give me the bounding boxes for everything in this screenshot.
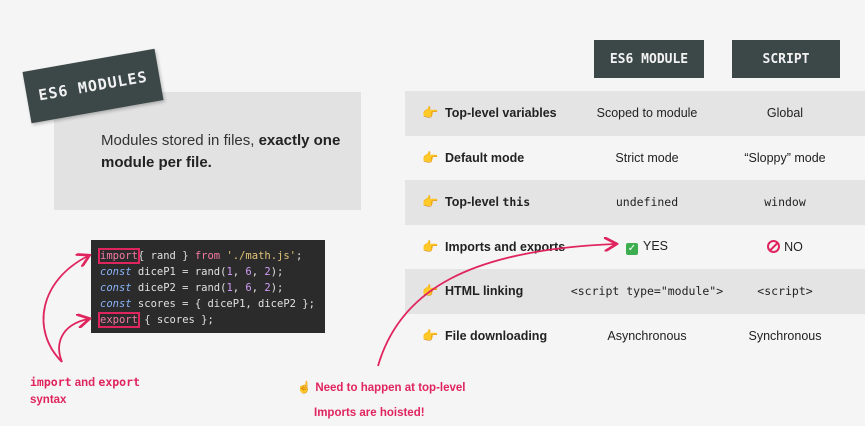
pointing-hand-icon: 👉 xyxy=(422,105,439,121)
code-text: diceP2 = rand( xyxy=(131,282,227,294)
code-number: 6 xyxy=(245,266,252,278)
feature-label-code: this xyxy=(502,195,531,210)
syntax-note: import and export syntax xyxy=(30,374,140,409)
feature-label-text: Top-level xyxy=(445,195,503,210)
check-box-icon: ✓ xyxy=(625,242,638,255)
arrow-to-export xyxy=(58,319,88,363)
table-row: 👉 Imports and exports ✓ YES NO xyxy=(405,225,865,270)
import-keyword: import xyxy=(98,248,140,264)
pointing-hand-icon: 👉 xyxy=(422,283,439,299)
yes-label: YES xyxy=(642,238,668,253)
const-keyword: const xyxy=(100,298,132,310)
module-value: Scoped to module xyxy=(596,106,698,121)
header-es6-module: ES6 MODULE xyxy=(594,40,704,78)
feature-label: Imports and exports xyxy=(445,239,566,254)
header-script: SCRIPT xyxy=(732,40,840,78)
code-line-4: const scores = { diceP1, diceP2 }; xyxy=(100,296,325,312)
feature-label: Top-level this xyxy=(445,195,530,209)
module-value: Asynchronous xyxy=(607,328,687,343)
pointing-hand-icon: 👉 xyxy=(422,149,439,165)
code-text: diceP1 = rand( xyxy=(131,266,227,278)
pointing-hand-icon: 👉 xyxy=(422,238,439,254)
note-syntax: syntax xyxy=(30,394,67,406)
code-text: { rand } xyxy=(137,250,195,262)
code-text: ; xyxy=(296,250,303,262)
export-keyword: export xyxy=(98,312,140,328)
script-value: <script> xyxy=(757,284,813,299)
from-keyword: from xyxy=(194,250,221,262)
table-row: 👉 Default mode Strict mode “Sloppy” mode xyxy=(405,136,865,181)
top-level-note: ☝ Need to happen at top-level Imports are… xyxy=(297,376,466,426)
code-line-3: const diceP2 = rand(1, 6, 2); xyxy=(100,282,284,294)
note-import: import xyxy=(30,375,72,389)
script-value: Synchronous xyxy=(748,328,822,343)
table-row: 👉 File downloading Asynchronous Synchron… xyxy=(405,314,865,359)
table-row: 👉 Top-level this undefined window xyxy=(405,180,865,225)
table-row: 👉 HTML linking <script type="module"> <s… xyxy=(405,269,865,314)
module-value: ✓ YES xyxy=(564,239,730,255)
comparison-table: 👉 Top-level variables Scoped to module G… xyxy=(405,91,865,358)
no-label: NO xyxy=(784,239,803,254)
note-and: and xyxy=(71,377,99,389)
pointing-hand-icon: 👉 xyxy=(422,194,439,210)
module-value: undefined xyxy=(615,195,679,210)
note-top-level: Need to happen at top-level xyxy=(315,382,466,394)
code-line-2: const diceP1 = rand(1, 6, 2); xyxy=(100,266,284,278)
module-path: './math.js' xyxy=(226,250,297,262)
code-text: ); xyxy=(270,282,284,294)
code-line-5: export { scores }; xyxy=(98,312,325,328)
table-row: 👉 Top-level variables Scoped to module G… xyxy=(405,91,865,136)
code-number: 1 xyxy=(226,266,233,278)
note-export: export xyxy=(98,375,140,389)
code-line-1: import{ rand } from './math.js'; xyxy=(98,248,325,264)
pointing-hand-icon: 👉 xyxy=(422,327,439,343)
code-number: 1 xyxy=(226,282,233,294)
info-text-plain: Modules stored in files, xyxy=(101,132,259,149)
module-value: <script type="module"> xyxy=(570,284,724,299)
script-value: Global xyxy=(766,106,804,121)
const-keyword: const xyxy=(100,282,132,294)
note-hoisted: Imports are hoisted! xyxy=(314,407,425,419)
finger-up-icon: ☝ xyxy=(297,382,312,394)
code-text: scores = { diceP1, diceP2 }; xyxy=(131,298,315,310)
module-value: Strict mode xyxy=(615,150,679,165)
const-keyword: const xyxy=(100,266,132,278)
feature-label: File downloading xyxy=(445,328,548,343)
feature-label: Top-level variables xyxy=(445,106,557,121)
script-value: window xyxy=(764,195,806,210)
feature-label: HTML linking xyxy=(445,284,524,299)
code-text: { scores }; xyxy=(137,314,214,326)
code-snippet: import{ rand } from './math.js'; const d… xyxy=(91,240,325,333)
feature-label: Default mode xyxy=(445,150,525,165)
code-text: ); xyxy=(270,266,284,278)
code-number: 6 xyxy=(245,282,252,294)
script-value: “Sloppy” mode xyxy=(744,150,826,165)
script-value: NO xyxy=(732,239,838,254)
info-text: Modules stored in files, exactly one mod… xyxy=(101,130,361,174)
arrow-to-import xyxy=(42,256,88,363)
prohibited-icon xyxy=(767,239,781,253)
